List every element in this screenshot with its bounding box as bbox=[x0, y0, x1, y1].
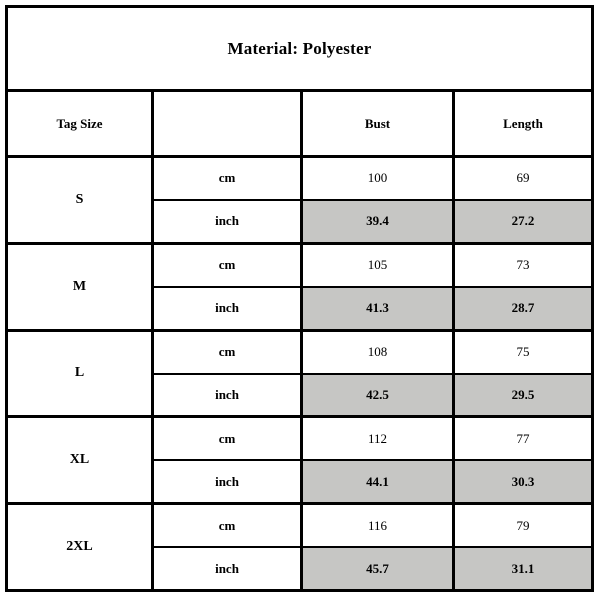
length-value-cm: 77 bbox=[455, 418, 591, 460]
size-label: 2XL bbox=[8, 505, 154, 589]
unit-rows: cm 100 69 inch 39.4 27.2 bbox=[154, 158, 591, 242]
unit-label-cm: cm bbox=[154, 331, 303, 373]
length-value-cm: 73 bbox=[455, 244, 591, 286]
bust-value-inch: 45.7 bbox=[303, 548, 455, 589]
header-tag-size: Tag Size bbox=[8, 92, 154, 155]
unit-rows: cm 105 73 inch 41.3 28.7 bbox=[154, 244, 591, 329]
length-value-inch: 28.7 bbox=[455, 287, 591, 329]
bust-value-inch: 39.4 bbox=[303, 200, 455, 242]
length-value-cm: 75 bbox=[455, 331, 591, 373]
size-label: L bbox=[8, 331, 154, 416]
unit-row-cm: cm 108 75 bbox=[154, 331, 591, 375]
bust-value-cm: 105 bbox=[303, 244, 455, 286]
length-value-inch: 31.1 bbox=[455, 548, 591, 589]
table-row: XL cm 112 77 inch 44.1 30.3 bbox=[8, 418, 591, 506]
size-label: S bbox=[8, 158, 154, 242]
bust-value-inch: 44.1 bbox=[303, 461, 455, 503]
unit-label-cm: cm bbox=[154, 418, 303, 460]
header-bust: Bust bbox=[303, 92, 455, 155]
size-chart-table: Material: Polyester Tag Size Bust Length… bbox=[5, 5, 594, 592]
table-header-row: Tag Size Bust Length bbox=[8, 92, 591, 158]
length-value-inch: 30.3 bbox=[455, 461, 591, 503]
unit-rows: cm 112 77 inch 44.1 30.3 bbox=[154, 418, 591, 503]
material-title: Material: Polyester bbox=[227, 38, 372, 58]
unit-row-cm: cm 105 73 bbox=[154, 244, 591, 288]
unit-label-inch: inch bbox=[154, 287, 303, 329]
table-row: 2XL cm 116 79 inch 45.7 31.1 bbox=[8, 505, 591, 589]
length-value-cm: 79 bbox=[455, 505, 591, 547]
unit-row-inch: inch 41.3 28.7 bbox=[154, 287, 591, 329]
unit-label-inch: inch bbox=[154, 374, 303, 416]
unit-row-cm: cm 100 69 bbox=[154, 158, 591, 201]
bust-value-cm: 100 bbox=[303, 158, 455, 199]
unit-row-cm: cm 112 77 bbox=[154, 418, 591, 462]
table-body: S cm 100 69 inch 39.4 27.2 M cm 105 73 i… bbox=[8, 158, 591, 589]
unit-rows: cm 116 79 inch 45.7 31.1 bbox=[154, 505, 591, 589]
unit-row-inch: inch 45.7 31.1 bbox=[154, 548, 591, 589]
bust-value-inch: 41.3 bbox=[303, 287, 455, 329]
unit-row-inch: inch 39.4 27.2 bbox=[154, 200, 591, 242]
unit-label-inch: inch bbox=[154, 200, 303, 242]
unit-label-cm: cm bbox=[154, 244, 303, 286]
length-value-inch: 27.2 bbox=[455, 200, 591, 242]
bust-value-cm: 116 bbox=[303, 505, 455, 547]
unit-row-cm: cm 116 79 bbox=[154, 505, 591, 549]
header-length: Length bbox=[503, 115, 543, 131]
unit-label-inch: inch bbox=[154, 548, 303, 589]
table-row: M cm 105 73 inch 41.3 28.7 bbox=[8, 244, 591, 332]
unit-label-inch: inch bbox=[154, 461, 303, 503]
bust-value-cm: 112 bbox=[303, 418, 455, 460]
size-label: M bbox=[8, 244, 154, 329]
header-unit bbox=[154, 92, 303, 155]
length-value-inch: 29.5 bbox=[455, 374, 591, 416]
unit-row-inch: inch 42.5 29.5 bbox=[154, 374, 591, 416]
bust-value-inch: 42.5 bbox=[303, 374, 455, 416]
bust-value-cm: 108 bbox=[303, 331, 455, 373]
table-row: L cm 108 75 inch 42.5 29.5 bbox=[8, 331, 591, 419]
unit-rows: cm 108 75 inch 42.5 29.5 bbox=[154, 331, 591, 416]
table-row: S cm 100 69 inch 39.4 27.2 bbox=[8, 158, 591, 245]
material-title-row: Material: Polyester bbox=[8, 8, 591, 92]
unit-label-cm: cm bbox=[154, 505, 303, 547]
length-value-cm: 69 bbox=[455, 158, 591, 199]
size-label: XL bbox=[8, 418, 154, 503]
unit-row-inch: inch 44.1 30.3 bbox=[154, 461, 591, 503]
unit-label-cm: cm bbox=[154, 158, 303, 199]
